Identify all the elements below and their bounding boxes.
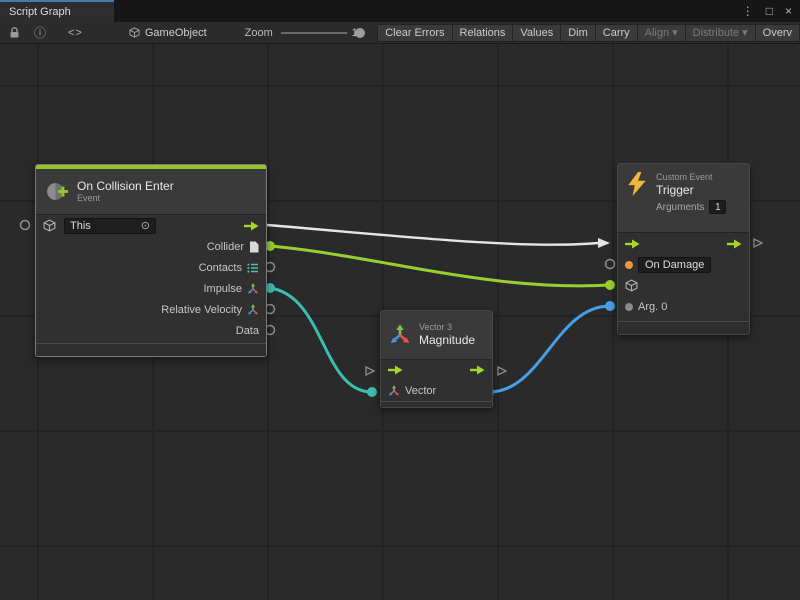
- node-subtitle: Event: [77, 193, 174, 204]
- values-button[interactable]: Values: [513, 24, 561, 42]
- flow-output-arrow-icon[interactable]: [727, 239, 742, 249]
- arg0-port-dot[interactable]: [625, 303, 633, 311]
- port-event-target-input[interactable]: [21, 221, 30, 230]
- collision-event-icon: [44, 179, 69, 204]
- object-picker-icon[interactable]: ⊙: [141, 219, 150, 232]
- gameobject-cube-icon: [625, 279, 638, 292]
- wire-collider[interactable]: [270, 246, 610, 286]
- wire-magnitude[interactable]: [489, 306, 610, 392]
- target-field[interactable]: This ⊙: [64, 218, 156, 234]
- vector3-type-icon: [247, 304, 259, 316]
- dim-button[interactable]: Dim: [561, 24, 596, 42]
- port-event-name-input[interactable]: [606, 260, 615, 269]
- event-name-field[interactable]: On Damage: [638, 257, 711, 273]
- gameobject-label: GameObject: [145, 27, 207, 39]
- node-on-collision-enter[interactable]: On Collision Enter Event This ⊙ Collider: [35, 164, 267, 357]
- string-port-dot[interactable]: [625, 261, 633, 269]
- close-icon[interactable]: ×: [785, 4, 792, 18]
- relations-button[interactable]: Relations: [453, 24, 514, 42]
- port-label-data: Data: [236, 325, 259, 337]
- port-label-arg0: Arg. 0: [638, 301, 667, 313]
- flow-output-arrow-icon[interactable]: [244, 221, 259, 231]
- toolbar: ⓘ <> GameObject Zoom 1x Clear Errors Rel…: [0, 22, 800, 44]
- vector3-type-icon: [247, 283, 259, 295]
- port-label-impulse: Impulse: [203, 283, 242, 295]
- port-label-vector: Vector: [405, 385, 436, 397]
- carry-button[interactable]: Carry: [596, 24, 638, 42]
- distribute-dropdown[interactable]: Distribute▾: [686, 24, 756, 42]
- custom-event-lightning-icon: [626, 172, 648, 196]
- port-trigger-flow-out[interactable]: [754, 239, 762, 247]
- node-type-label: Vector 3: [419, 322, 475, 333]
- wire-impulse[interactable]: [270, 288, 372, 392]
- port-vector-input[interactable]: [367, 387, 377, 397]
- zoom-slider[interactable]: [281, 26, 347, 40]
- align-dropdown[interactable]: Align▾: [638, 24, 686, 42]
- tab-label: Script Graph: [9, 6, 71, 18]
- zoom-label: Zoom: [245, 27, 273, 39]
- port-magnitude-flow-out[interactable]: [498, 367, 506, 375]
- port-label-contacts: Contacts: [199, 262, 242, 274]
- arguments-field[interactable]: 1: [709, 200, 726, 214]
- flow-input-arrow-icon[interactable]: [625, 239, 640, 249]
- node-footer: [618, 321, 749, 334]
- overview-button[interactable]: Overv: [756, 24, 800, 42]
- collider-doc-icon: [249, 241, 259, 253]
- window-menu-icon[interactable]: ⋮: [742, 4, 754, 18]
- arguments-label: Arguments: [656, 202, 704, 213]
- contacts-list-icon: [247, 262, 259, 274]
- node-footer: [381, 401, 492, 407]
- node-vector3-magnitude[interactable]: Vector 3 Magnitude Vector: [380, 310, 493, 408]
- port-arg0-input[interactable]: [605, 301, 615, 311]
- port-label-collider: Collider: [207, 241, 244, 253]
- unity-script-graph-window: Script Graph ⋮ □ × ⓘ <> GameObject Zoom …: [0, 0, 800, 600]
- lock-icon[interactable]: [8, 26, 21, 39]
- node-title: On Collision Enter: [77, 179, 174, 193]
- info-icon[interactable]: ⓘ: [34, 24, 46, 41]
- titlebar: Script Graph ⋮ □ ×: [0, 0, 800, 22]
- vector3-type-icon: [388, 385, 400, 397]
- port-label-relative-velocity: Relative Velocity: [161, 304, 242, 316]
- gameobject-cube-icon: [129, 27, 140, 38]
- port-magnitude-flow-in[interactable]: [366, 367, 374, 375]
- tab-script-graph[interactable]: Script Graph: [0, 0, 114, 22]
- port-trigger-target-input[interactable]: [605, 280, 615, 290]
- chevron-down-icon: ▾: [672, 26, 678, 39]
- zoom-slider-track: [281, 32, 347, 34]
- node-title: Magnitude: [419, 333, 475, 347]
- chevron-down-icon: ▾: [742, 26, 748, 39]
- gameobject-selector[interactable]: GameObject: [129, 27, 207, 39]
- code-icon[interactable]: <>: [68, 27, 83, 39]
- wire-flow[interactable]: [267, 225, 598, 245]
- flow-input-arrow-icon[interactable]: [388, 365, 403, 375]
- flow-output-arrow-icon[interactable]: [470, 365, 485, 375]
- gameobject-cube-icon: [43, 219, 56, 232]
- zoom-slider-knob[interactable]: [355, 28, 365, 38]
- vector3-icon: [389, 324, 411, 346]
- wire-flow-arrowhead: [598, 238, 610, 248]
- node-type-label: Custom Event: [656, 172, 726, 183]
- node-footer: [36, 343, 266, 356]
- node-trigger-custom-event[interactable]: Custom Event Trigger Arguments 1: [617, 163, 750, 335]
- graph-canvas[interactable]: On Collision Enter Event This ⊙ Collider: [0, 44, 800, 600]
- maximize-icon[interactable]: □: [766, 4, 773, 18]
- clear-errors-button[interactable]: Clear Errors: [377, 24, 452, 42]
- node-title: Trigger: [656, 183, 726, 197]
